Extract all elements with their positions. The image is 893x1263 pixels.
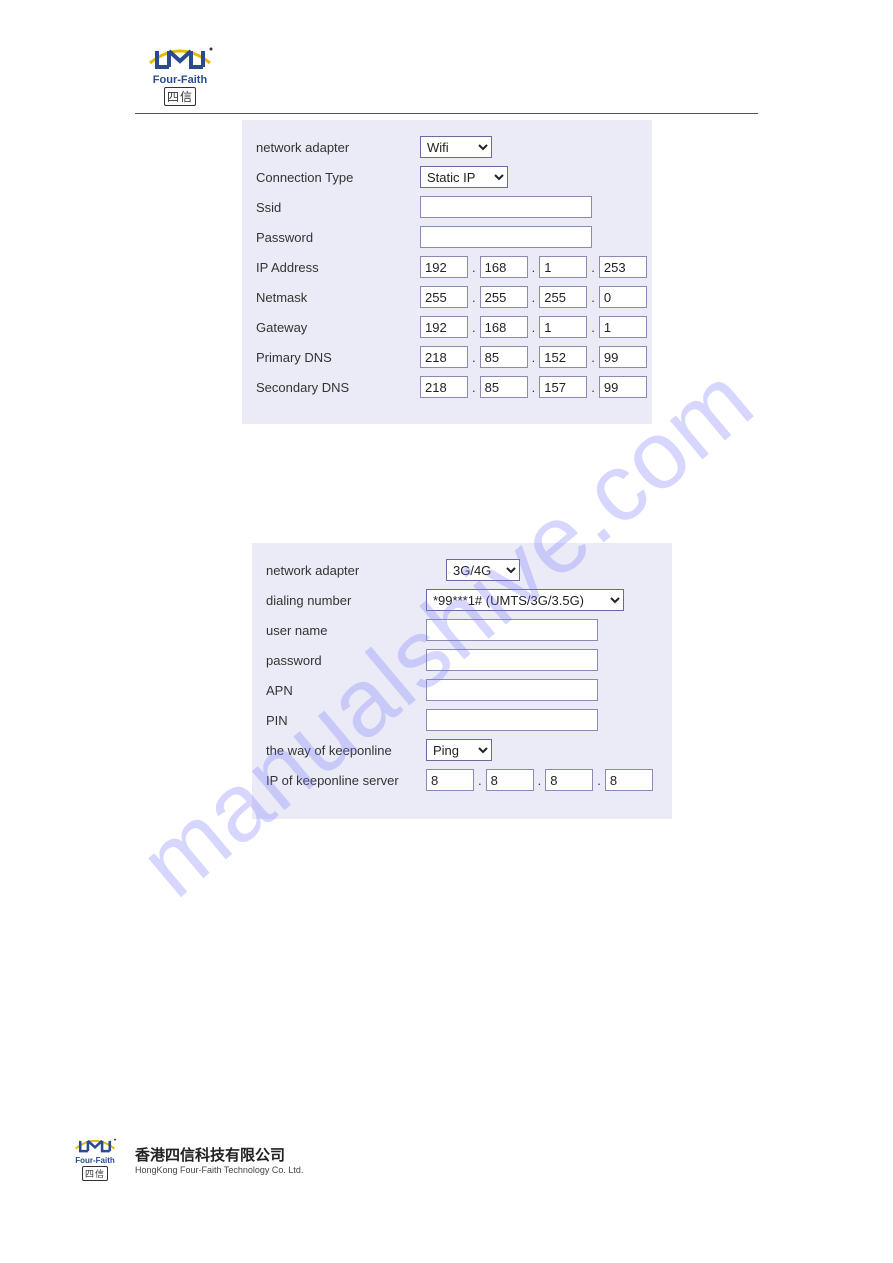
keeponline-ip-octet-2[interactable] [486, 769, 534, 791]
label-network-adapter-2: network adapter [252, 563, 426, 578]
network-adapter-select-2[interactable]: 3G/4G [446, 559, 520, 581]
network-adapter-select[interactable]: Wifi [420, 136, 492, 158]
label-password-2: password [252, 653, 426, 668]
dialing-number-select[interactable]: *99***1# (UMTS/3G/3.5G) [426, 589, 624, 611]
wifi-config-panel: network adapter Wifi Connection Type Sta… [242, 120, 652, 424]
apn-input[interactable] [426, 679, 598, 701]
dot: . [532, 260, 536, 275]
footer-brand-sub: 四信 [82, 1166, 108, 1181]
secondary-dns-octet-2[interactable] [480, 376, 528, 398]
pin-input[interactable] [426, 709, 598, 731]
footer-text: 香港四信科技有限公司 HongKong Four-Faith Technolog… [135, 1144, 303, 1175]
label-dialing-number: dialing number [252, 593, 426, 608]
dot: . [472, 320, 476, 335]
primary-dns-octet-3[interactable] [539, 346, 587, 368]
label-user-name: user name [252, 623, 426, 638]
dot: . [472, 380, 476, 395]
dot: . [591, 380, 595, 395]
header-rule [135, 113, 758, 114]
gateway-octet-2[interactable] [480, 316, 528, 338]
cellular-config-panel: network adapter 3G/4G dialing number *99… [252, 543, 672, 819]
keeponline-ip-octet-1[interactable] [426, 769, 474, 791]
dot: . [472, 290, 476, 305]
label-apn: APN [252, 683, 426, 698]
ip-octet-4[interactable] [599, 256, 647, 278]
page: manualshive.com Four-Faith 四信 network ad… [0, 0, 893, 1263]
ssid-input[interactable] [420, 196, 592, 218]
label-connection-type: Connection Type [242, 170, 420, 185]
label-network-adapter: network adapter [242, 140, 420, 155]
secondary-dns-octet-3[interactable] [539, 376, 587, 398]
dot: . [478, 773, 482, 788]
ip-octet-3[interactable] [539, 256, 587, 278]
dot: . [532, 290, 536, 305]
label-primary-dns: Primary DNS [242, 350, 420, 365]
gateway-octet-3[interactable] [539, 316, 587, 338]
footer-brand-name: Four-Faith [75, 1156, 115, 1165]
label-secondary-dns: Secondary DNS [242, 380, 420, 395]
ip-octet-2[interactable] [480, 256, 528, 278]
label-keeponline-way: the way of keeponline [252, 743, 426, 758]
password-input-2[interactable] [426, 649, 598, 671]
netmask-octet-1[interactable] [420, 286, 468, 308]
dot: . [532, 380, 536, 395]
footer-logo: Four-Faith 四信 [65, 1137, 125, 1181]
dot: . [472, 350, 476, 365]
primary-dns-octet-1[interactable] [420, 346, 468, 368]
label-keeponline-ip: IP of keeponline server [252, 773, 426, 788]
dot: . [532, 320, 536, 335]
keeponline-ip-octet-4[interactable] [605, 769, 653, 791]
page-header: Four-Faith 四信 [135, 45, 758, 106]
netmask-octet-3[interactable] [539, 286, 587, 308]
label-pin: PIN [252, 713, 426, 728]
dot: . [591, 320, 595, 335]
brand-name: Four-Faith [153, 74, 207, 86]
label-ip-address: IP Address [242, 260, 420, 275]
secondary-dns-octet-1[interactable] [420, 376, 468, 398]
primary-dns-octet-2[interactable] [480, 346, 528, 368]
four-faith-logo-icon [145, 45, 215, 73]
primary-dns-octet-4[interactable] [599, 346, 647, 368]
secondary-dns-octet-4[interactable] [599, 376, 647, 398]
dot: . [472, 260, 476, 275]
label-ssid: Ssid [242, 200, 420, 215]
netmask-octet-4[interactable] [599, 286, 647, 308]
page-footer: Four-Faith 四信 香港四信科技有限公司 HongKong Four-F… [65, 1137, 303, 1181]
gateway-octet-4[interactable] [599, 316, 647, 338]
keeponline-ip-octet-3[interactable] [545, 769, 593, 791]
gateway-octet-1[interactable] [420, 316, 468, 338]
dot: . [538, 773, 542, 788]
netmask-octet-2[interactable] [480, 286, 528, 308]
label-gateway: Gateway [242, 320, 420, 335]
dot: . [591, 260, 595, 275]
brand-sub: 四信 [164, 87, 196, 106]
dot: . [532, 350, 536, 365]
footer-company-en: HongKong Four-Faith Technology Co. Ltd. [135, 1165, 303, 1175]
dot: . [591, 350, 595, 365]
dot: . [597, 773, 601, 788]
label-password: Password [242, 230, 420, 245]
user-name-input[interactable] [426, 619, 598, 641]
keeponline-way-select[interactable]: Ping [426, 739, 492, 761]
label-netmask: Netmask [242, 290, 420, 305]
ip-octet-1[interactable] [420, 256, 468, 278]
connection-type-select[interactable]: Static IP [420, 166, 508, 188]
dot: . [591, 290, 595, 305]
brand-logo: Four-Faith 四信 [135, 45, 225, 106]
password-input[interactable] [420, 226, 592, 248]
four-faith-logo-icon [72, 1137, 118, 1155]
footer-company-cn: 香港四信科技有限公司 [135, 1144, 303, 1165]
